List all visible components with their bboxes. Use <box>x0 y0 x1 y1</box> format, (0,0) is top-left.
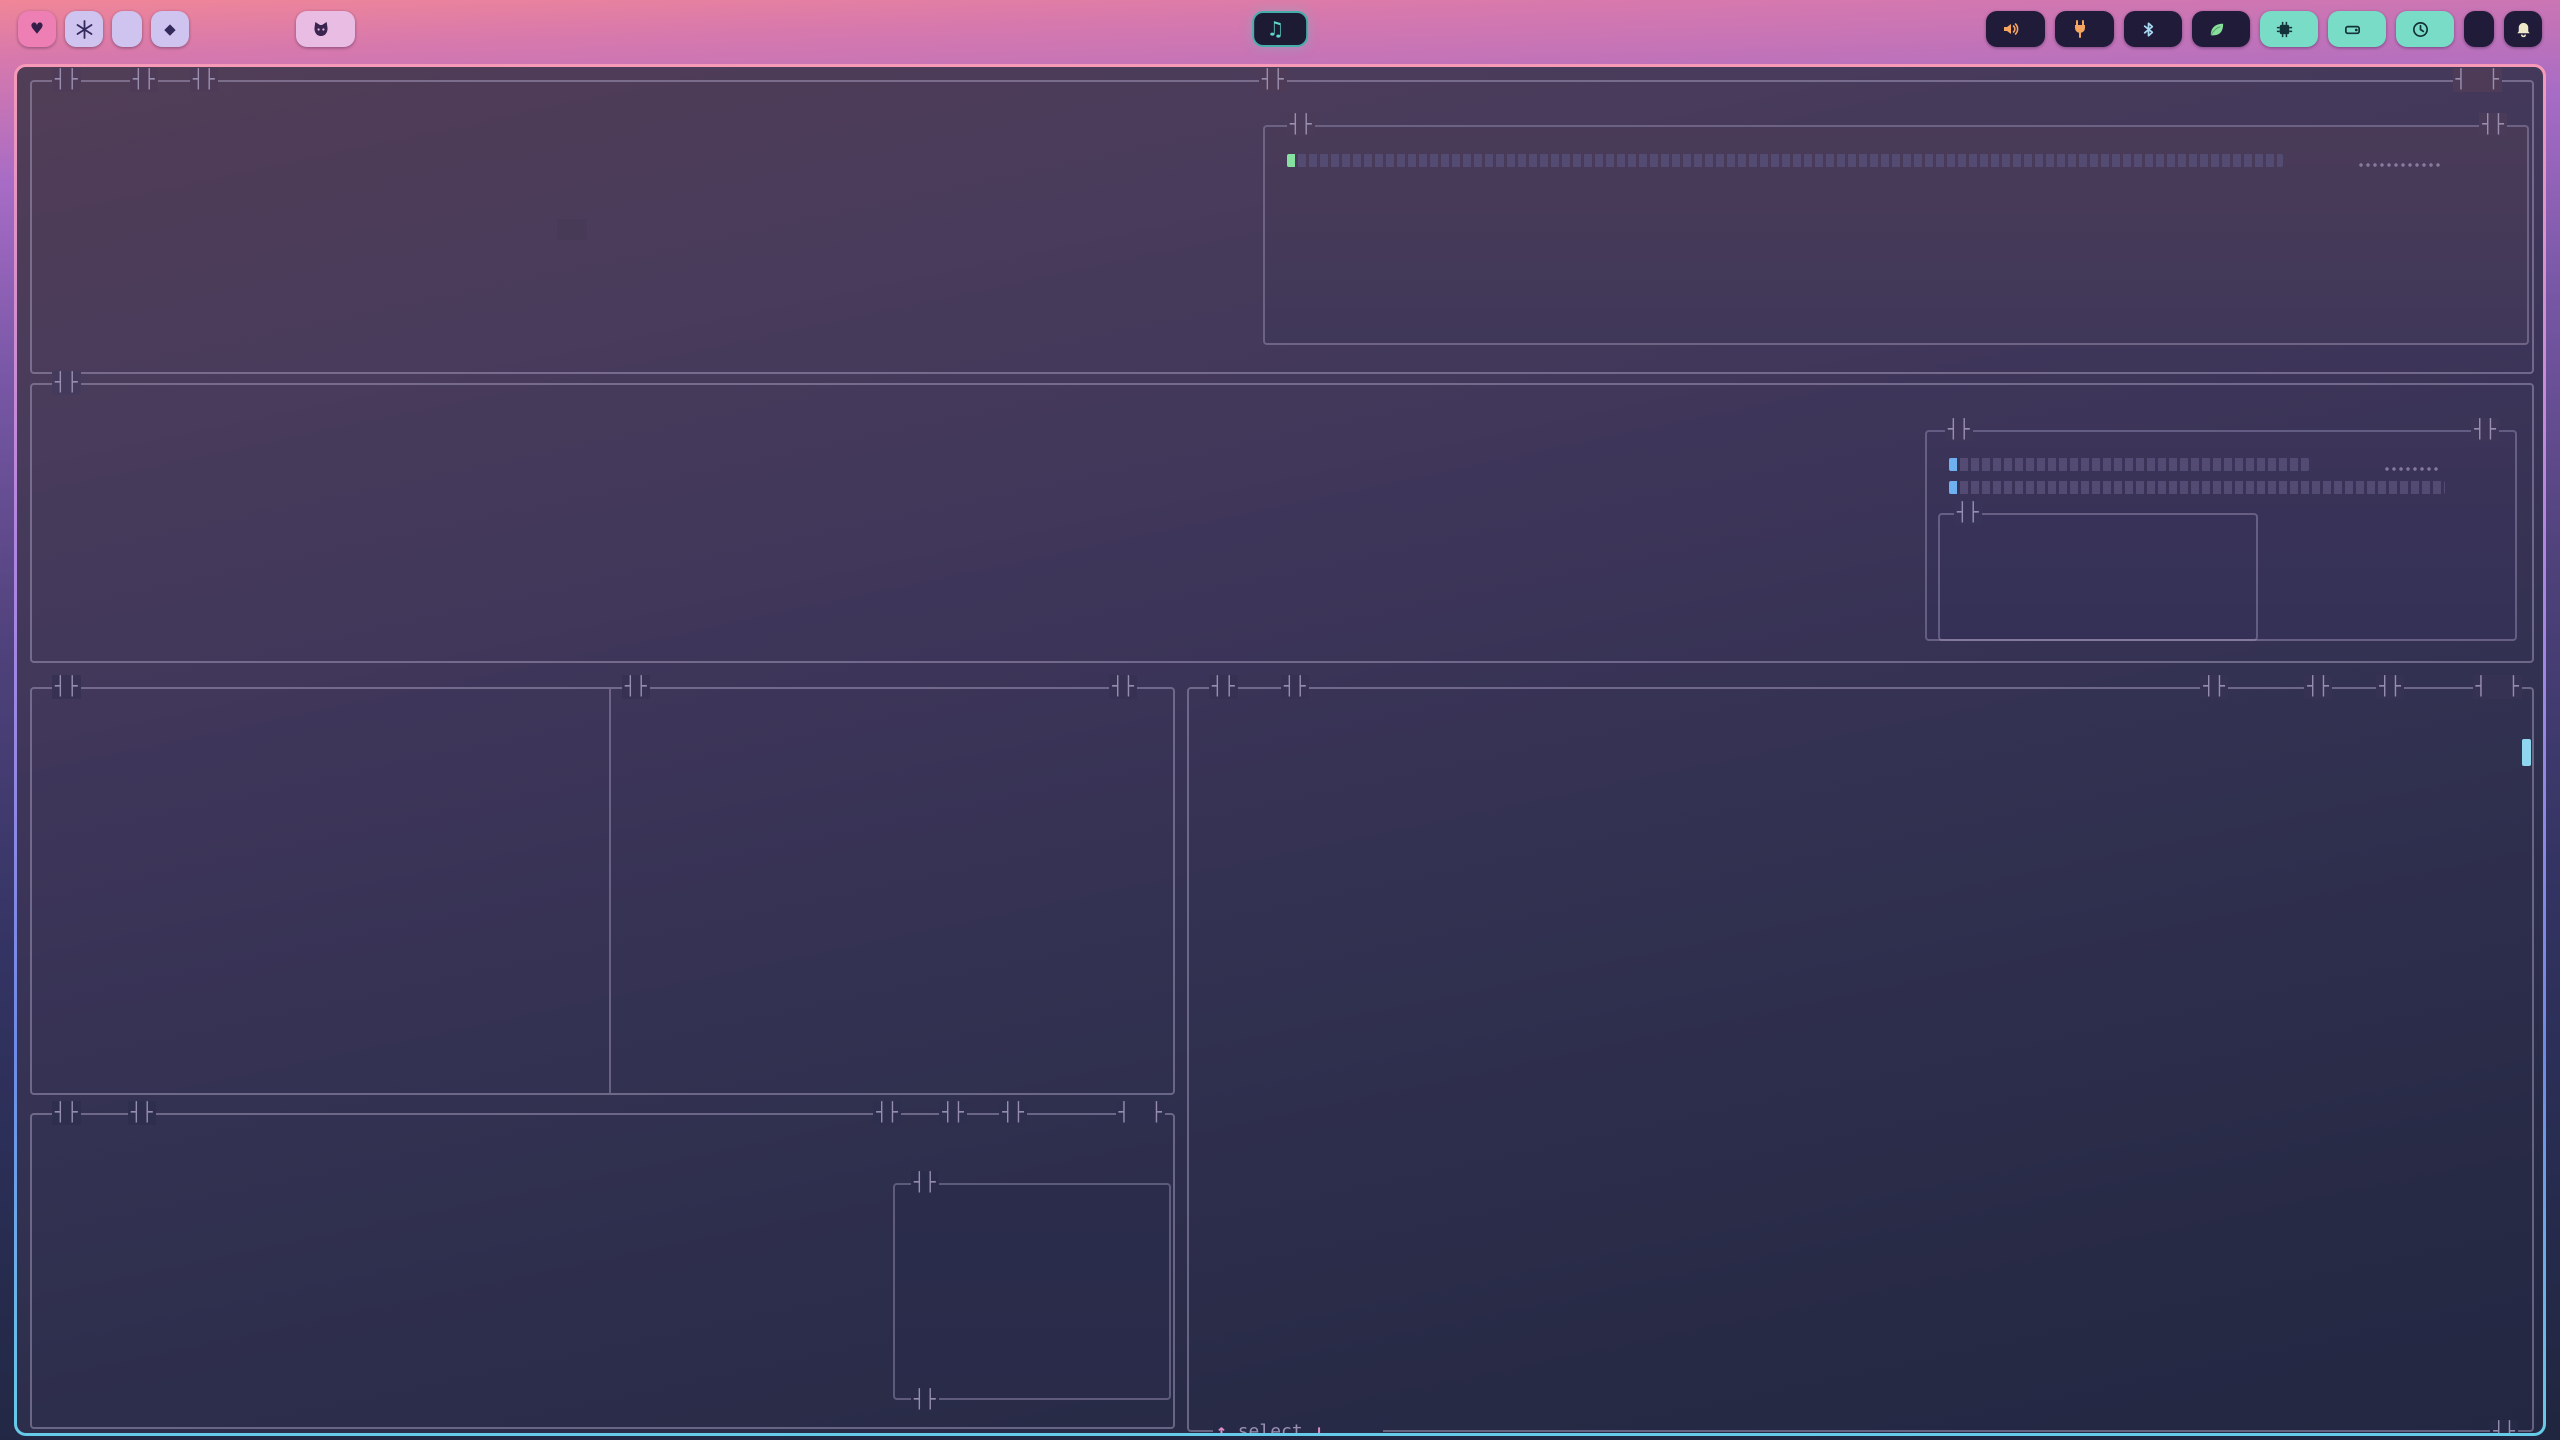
vram-utilization-row <box>1951 549 2245 573</box>
proc-header-row[interactable] <box>1201 713 2523 737</box>
proc-filter-button[interactable]: ┤├ <box>1281 675 1309 699</box>
vram-used-row <box>2273 501 2505 525</box>
diamond-icon: ◆ <box>164 18 175 40</box>
vram-used-pct <box>2279 525 2505 549</box>
net-stats-box: ┤├ ┤├ <box>893 1183 1171 1400</box>
gpu-frequency: ┤├ <box>2471 418 2499 442</box>
bar-left-modules: ♥ ◆ <box>18 11 355 47</box>
net-ip-address: ┤├ <box>128 1101 156 1125</box>
clock-pill[interactable] <box>2396 11 2454 47</box>
gpu-pwr-meter <box>1949 481 2445 494</box>
cpu-usage-pill[interactable] <box>2192 11 2250 47</box>
clock-icon <box>2411 20 2430 39</box>
upload-title: ┤├ <box>911 1388 939 1412</box>
memory-chip-icon <box>2275 20 2294 39</box>
gpu-model-title: ┤├ <box>1945 418 1973 442</box>
cpu-total-meter <box>1287 154 2283 167</box>
proc-reverse-toggle[interactable]: ┤├ <box>2304 675 2332 699</box>
cat-icon <box>311 19 331 39</box>
vram-total-row <box>1951 525 2245 549</box>
net-sync-toggle[interactable]: ┤├ <box>873 1101 901 1125</box>
bar-right-modules <box>1986 11 2542 47</box>
status-bar: ♥ ◆ ♫ <box>0 0 2560 58</box>
cpu-total-row <box>1275 149 2509 173</box>
vram-utilization-value <box>1965 572 2245 596</box>
process-panel: ┤├ ┤├ ┤├ ┤├ ┤├ ┤ ├ ↑ select ↓ ┤├ <box>1187 687 2534 1432</box>
load-average <box>1917 313 2509 334</box>
gpu-util-meter <box>1949 458 2309 471</box>
cpu-temp-graph <box>2359 159 2443 168</box>
disk-icon <box>2343 20 2362 39</box>
proc-tree-toggle[interactable]: ┤├ <box>2376 675 2404 699</box>
bluetooth-icon <box>2139 20 2158 39</box>
overview-button[interactable]: ◆ <box>151 11 189 47</box>
cpu-graph-legend <box>557 219 587 240</box>
download-title: ┤├ <box>911 1171 939 1195</box>
plug-icon <box>2070 19 2090 39</box>
proc-panel-title: ┤├ <box>1209 675 1238 699</box>
proc-counter: ┤├ <box>2490 1420 2518 1433</box>
cpu-frequency: ┤├ <box>2479 113 2507 137</box>
proc-scrollbar-thumb[interactable] <box>2522 739 2531 766</box>
update-interval-control[interactable]: ┤ ├ <box>2453 68 2502 92</box>
active-window-pill[interactable] <box>296 11 355 47</box>
nixos-button[interactable] <box>65 11 103 47</box>
net-zero-toggle[interactable]: ┤├ <box>999 1101 1027 1125</box>
media-player-pill[interactable]: ♫ <box>1252 11 1308 47</box>
memory-pill[interactable] <box>2260 11 2318 47</box>
notifications-button[interactable] <box>2504 11 2542 47</box>
proc-per-core-toggle[interactable]: ┤├ <box>2200 675 2228 699</box>
snowflake-icon <box>75 20 94 39</box>
gpu-panel-title: ┤├ <box>52 371 81 395</box>
cpu-model-title: ┤├ <box>1287 113 1315 137</box>
cpu-panel-title: ┤├ <box>52 68 81 92</box>
system-tray[interactable] <box>2464 11 2494 47</box>
bluetooth-pill[interactable] <box>2124 11 2182 47</box>
menu-button[interactable]: ┤├ <box>130 68 158 92</box>
preset-button[interactable]: ┤├ <box>190 68 218 92</box>
gpu-util-row <box>1937 453 2505 477</box>
terminal-window: ┤├ ┤├ ┤├ ┤├ ┤ ├ ┤├ ┤├ ┤├ ┤├ <box>14 64 2546 1436</box>
proc-select-hint[interactable]: ↑ select ↓ <box>1216 1420 1324 1433</box>
disks-title[interactable]: ┤├ <box>622 675 650 699</box>
launcher-button[interactable]: ♥ <box>18 11 56 47</box>
memory-panel: ┤├ ┤├ ┤├ <box>30 687 1175 1095</box>
mem-disks-divider <box>609 689 611 1093</box>
net-panel-title: ┤├ <box>52 1101 81 1125</box>
heart-icon: ♥ <box>31 18 42 40</box>
mem-panel-title: ┤├ <box>52 675 81 699</box>
disk-pill[interactable] <box>2328 11 2386 47</box>
workspaces <box>112 11 142 47</box>
btop-app: ┤├ ┤├ ┤├ ┤├ ┤ ├ ┤├ ┤├ ┤├ ┤├ <box>17 67 2543 1433</box>
net-auto-toggle[interactable]: ┤├ <box>939 1101 967 1125</box>
gpu-pwr-row <box>1937 476 2505 500</box>
disks-io-toggle[interactable]: ┤├ <box>1109 675 1137 699</box>
clock-display: ┤├ <box>1259 68 1287 92</box>
vram-title: ┤├ <box>1954 501 1982 525</box>
bar-center-modules: ♫ <box>1252 11 1308 47</box>
net-interface-switcher[interactable]: ┤ ├ <box>1116 1101 1165 1125</box>
cpu-usage-graph <box>45 101 1251 361</box>
network-pill[interactable] <box>2055 11 2114 47</box>
music-note-icon: ♫ <box>1269 17 1282 41</box>
speaker-icon <box>2001 19 2021 39</box>
volume-pill[interactable] <box>1986 11 2045 47</box>
leaf-icon <box>2207 20 2226 39</box>
bell-icon <box>2514 20 2533 39</box>
proc-footer: ↑ select ↓ <box>1213 1420 1383 1433</box>
proc-sort-selector[interactable]: ┤ ├ <box>2473 675 2522 699</box>
cpu-core-grid <box>1275 171 2509 312</box>
